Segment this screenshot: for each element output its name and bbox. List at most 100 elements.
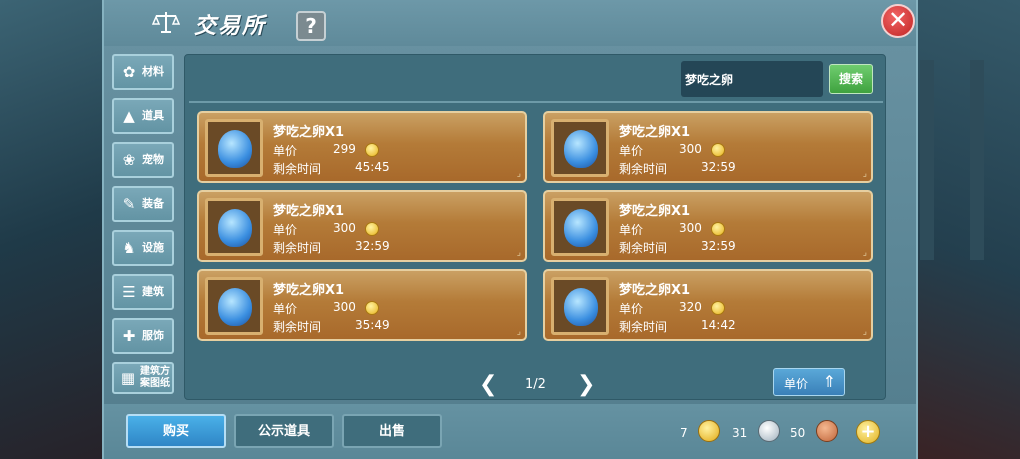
- time-label: 剩余时间: [273, 162, 322, 176]
- listing-area: 梦吃之卵 搜索 梦吃之卵X1 单价 299 剩余时间 45:45 ⌟ 梦吃之卵X…: [184, 54, 886, 400]
- item-name: 梦吃之卵X1: [619, 204, 691, 219]
- price-label: 单价: [619, 302, 644, 316]
- remaining-time: 32:59: [701, 239, 736, 253]
- item-name: 梦吃之卵X1: [273, 125, 345, 140]
- item-thumbnail: [205, 198, 263, 256]
- corner-ornament-icon: ⌟: [862, 248, 867, 258]
- gold-coin-icon: [698, 420, 720, 442]
- listing-card[interactable]: 梦吃之卵X1 单价 300 剩余时间 32:59 ⌟: [197, 190, 527, 262]
- corner-ornament-icon: ⌟: [862, 327, 867, 337]
- price-label: 单价: [273, 223, 298, 237]
- price-label: 单价: [273, 302, 298, 316]
- listing-card[interactable]: 梦吃之卵X1 单价 299 剩余时间 45:45 ⌟: [197, 111, 527, 183]
- pet-paw-icon: ❀: [122, 151, 136, 169]
- category-blueprint[interactable]: ▦ 建筑方案图纸: [112, 362, 174, 394]
- dream-egg-icon: [564, 209, 598, 247]
- search-input[interactable]: 梦吃之卵: [681, 61, 823, 97]
- category-label: 宠物: [142, 153, 164, 166]
- price-label: 单价: [273, 144, 298, 158]
- sort-by-price-button[interactable]: 单价 ⇑: [773, 368, 845, 396]
- silver-count: 31: [732, 426, 748, 440]
- remaining-time: 14:42: [701, 318, 736, 332]
- divider: [189, 101, 883, 103]
- gold-coin-icon: [711, 143, 725, 157]
- time-label: 剩余时间: [273, 320, 322, 334]
- category-materials[interactable]: ✿ 材料: [112, 54, 174, 90]
- corner-ornament-icon: ⌟: [516, 248, 521, 258]
- item-thumbnail: [551, 198, 609, 256]
- gold-coin-icon: [711, 222, 725, 236]
- background-right: [910, 0, 1020, 459]
- time-label: 剩余时间: [619, 241, 668, 255]
- clothing-icon: ✚: [122, 327, 136, 345]
- remaining-time: 45:45: [355, 160, 390, 174]
- dream-egg-icon: [218, 130, 252, 168]
- category-label: 材料: [142, 65, 164, 78]
- add-currency-button[interactable]: +: [856, 420, 880, 444]
- title-bar: 交易所 ? ✕: [104, 0, 916, 46]
- background-left: [0, 0, 104, 459]
- bottom-bar: 购买 公示道具 出售 7 31 50 +: [104, 404, 916, 459]
- listing-card[interactable]: 梦吃之卵X1 单价 300 剩余时间 32:59 ⌟: [543, 111, 873, 183]
- time-label: 剩余时间: [619, 162, 668, 176]
- gold-coin-icon: [365, 301, 379, 315]
- item-thumbnail: [205, 277, 263, 335]
- item-price: 300: [679, 221, 702, 235]
- item-name: 梦吃之卵X1: [273, 283, 345, 298]
- price-label: 单价: [619, 144, 644, 158]
- remaining-time: 32:59: [701, 160, 736, 174]
- silver-coin-icon: [758, 420, 780, 442]
- tab-sell[interactable]: 出售: [342, 414, 442, 448]
- item-price: 299: [333, 142, 356, 156]
- dream-egg-icon: [218, 288, 252, 326]
- gold-coin-icon: [365, 222, 379, 236]
- listing-card[interactable]: 梦吃之卵X1 单价 320 剩余时间 14:42 ⌟: [543, 269, 873, 341]
- remaining-time: 32:59: [355, 239, 390, 253]
- category-facility[interactable]: ♞ 设施: [112, 230, 174, 266]
- listing-card[interactable]: 梦吃之卵X1 单价 300 剩余时间 35:49 ⌟: [197, 269, 527, 341]
- balance-scale-icon: [152, 12, 180, 33]
- tab-public-items[interactable]: 公示道具: [234, 414, 334, 448]
- item-name: 梦吃之卵X1: [619, 283, 691, 298]
- blueprint-icon: ▦: [120, 369, 136, 387]
- category-label: 建筑: [142, 285, 164, 298]
- gold-count: 7: [680, 426, 688, 440]
- category-equipment[interactable]: ✎ 装备: [112, 186, 174, 222]
- search-button[interactable]: 搜索: [829, 64, 873, 94]
- materials-icon: ✿: [122, 63, 136, 81]
- page-indicator: 1/2: [525, 377, 546, 392]
- tab-buy[interactable]: 购买: [126, 414, 226, 448]
- time-label: 剩余时间: [273, 241, 322, 255]
- corner-ornament-icon: ⌟: [862, 169, 867, 179]
- exchange-panel: 交易所 ? ✕ ✿ 材料 ▲ 道具 ❀ 宠物 ✎ 装备 ♞ 设施 ☰ 建筑 ✚: [102, 0, 918, 459]
- category-pets[interactable]: ❀ 宠物: [112, 142, 174, 178]
- category-building[interactable]: ☰ 建筑: [112, 274, 174, 310]
- category-label: 道具: [142, 109, 164, 122]
- price-label: 单价: [619, 223, 644, 237]
- props-icon: ▲: [123, 107, 135, 125]
- dream-egg-icon: [218, 209, 252, 247]
- category-sidebar: ✿ 材料 ▲ 道具 ❀ 宠物 ✎ 装备 ♞ 设施 ☰ 建筑 ✚ 服饰 ▦ 建筑方: [112, 54, 176, 402]
- item-thumbnail: [205, 119, 263, 177]
- category-props[interactable]: ▲ 道具: [112, 98, 174, 134]
- previous-page-button[interactable]: ❮: [479, 372, 497, 397]
- category-label: 装备: [142, 197, 164, 210]
- gold-coin-icon: [365, 143, 379, 157]
- category-label: 设施: [142, 241, 164, 254]
- close-button[interactable]: ✕: [881, 4, 915, 38]
- time-label: 剩余时间: [619, 320, 668, 334]
- help-button[interactable]: ?: [296, 11, 326, 41]
- listing-card[interactable]: 梦吃之卵X1 单价 300 剩余时间 32:59 ⌟: [543, 190, 873, 262]
- corner-ornament-icon: ⌟: [516, 169, 521, 179]
- next-page-button[interactable]: ❯: [577, 372, 595, 397]
- dream-egg-icon: [564, 130, 598, 168]
- facility-icon: ♞: [122, 239, 136, 257]
- item-price: 300: [333, 221, 356, 235]
- sort-label: 单价: [784, 377, 809, 391]
- category-clothing[interactable]: ✚ 服饰: [112, 318, 174, 354]
- copper-coin-icon: [816, 420, 838, 442]
- item-price: 300: [333, 300, 356, 314]
- item-price: 300: [679, 142, 702, 156]
- background-pillar: [920, 60, 934, 260]
- page-title: 交易所: [194, 14, 267, 39]
